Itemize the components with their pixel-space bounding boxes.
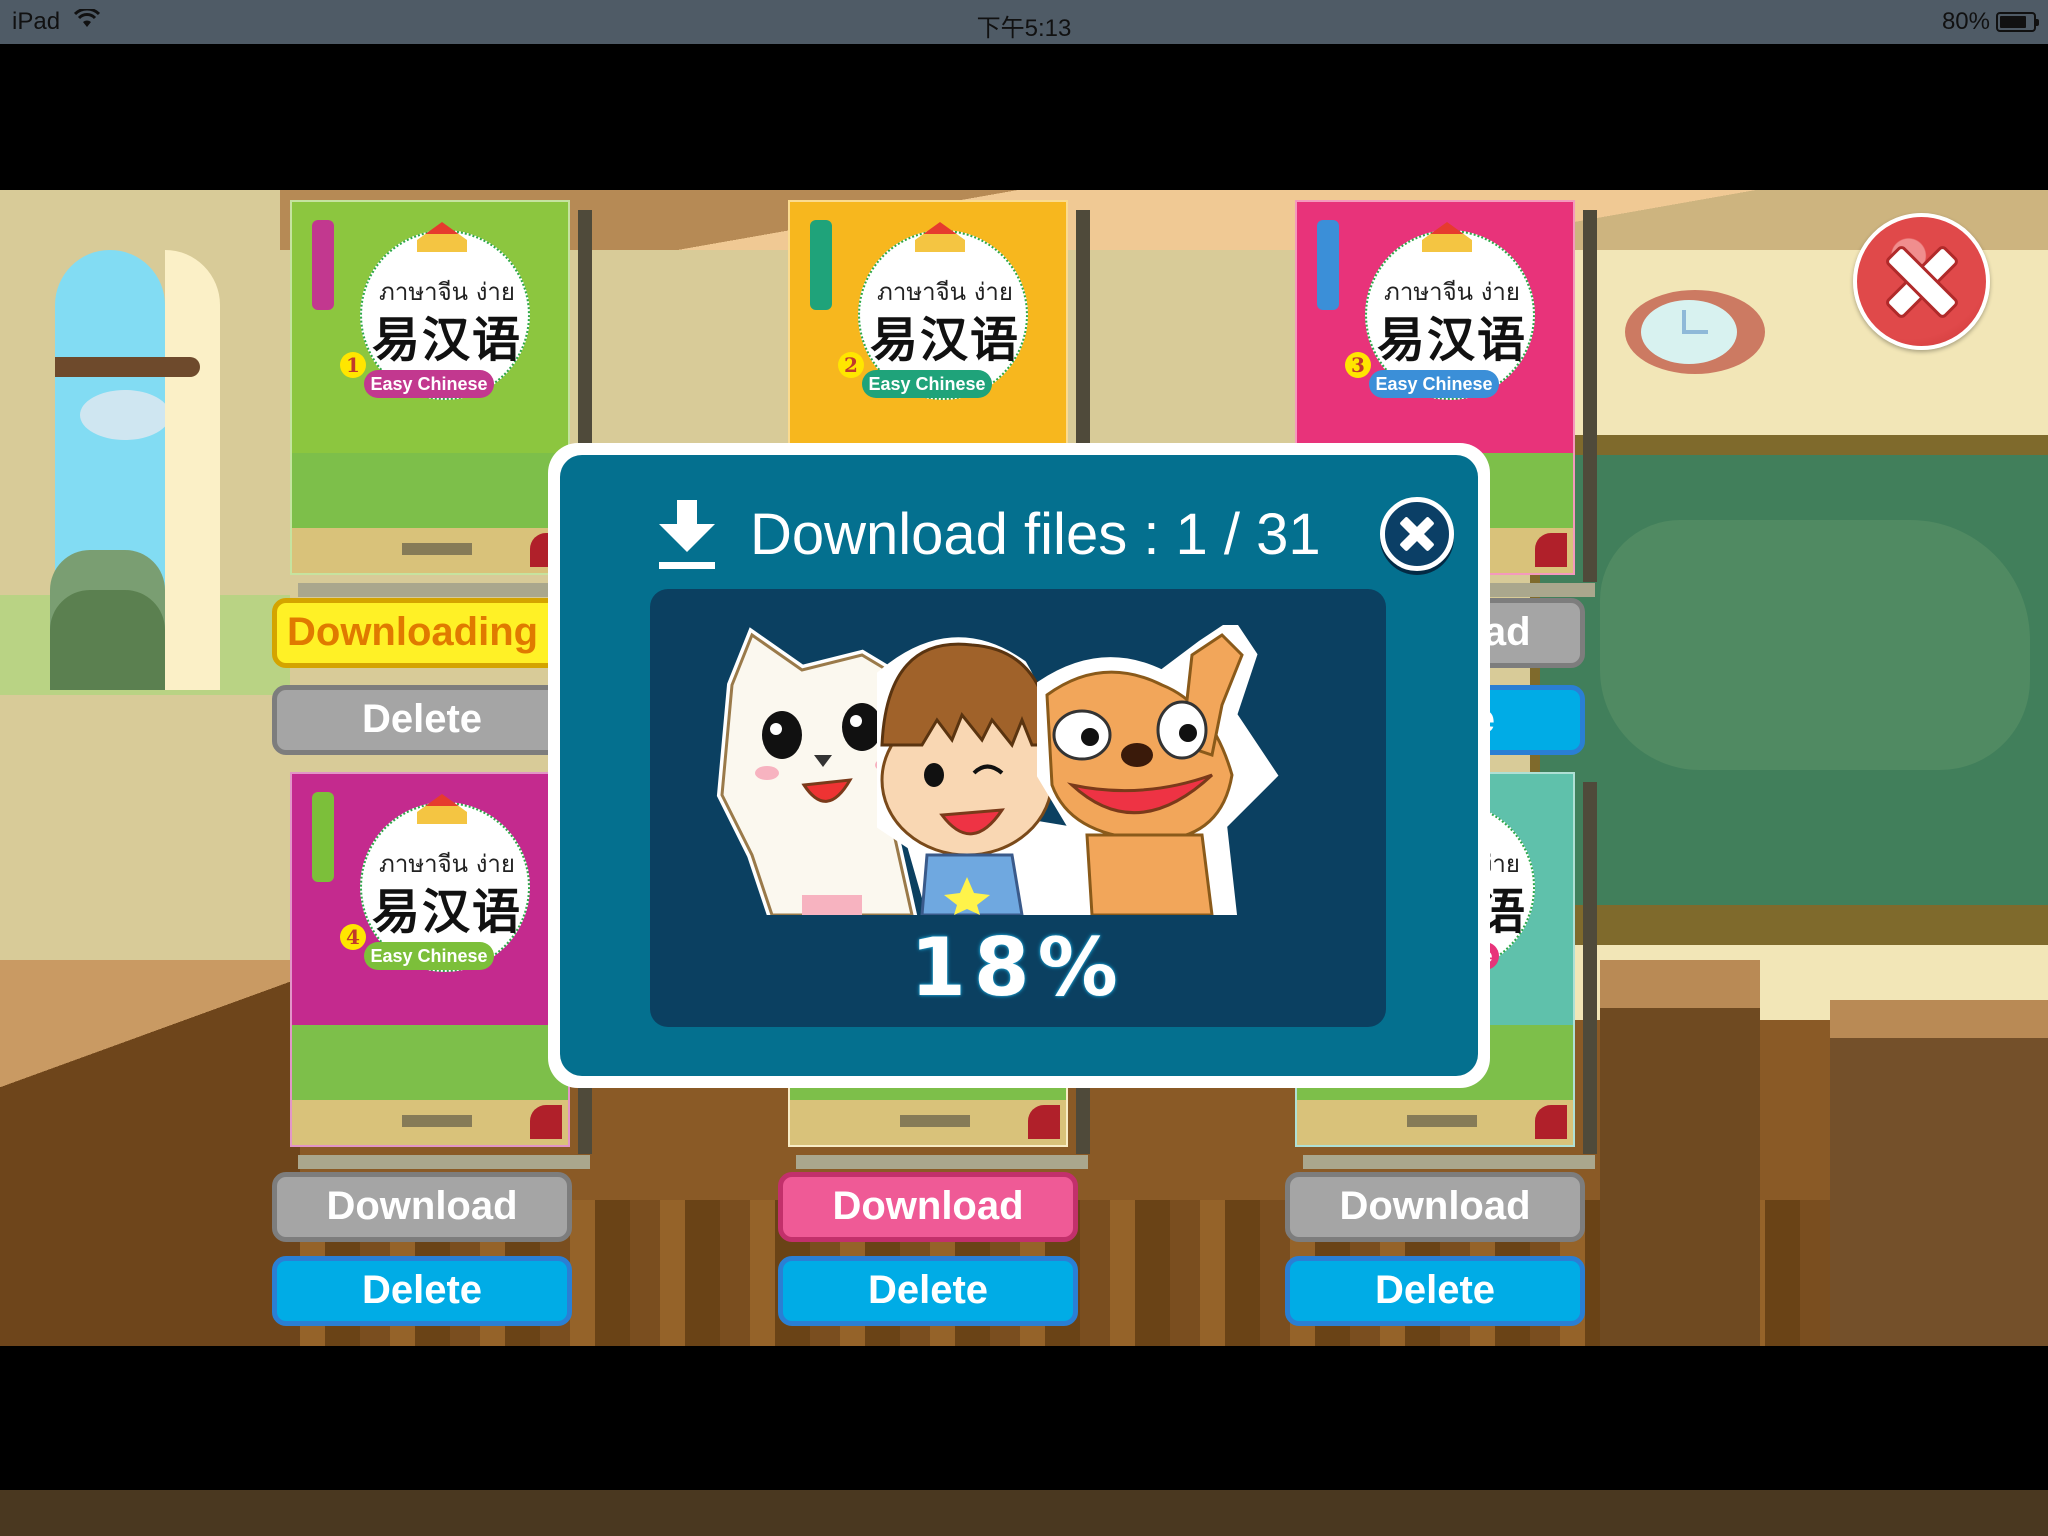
app-close-button[interactable] [1853,213,1990,350]
mascot-characters-illustration [716,625,1279,915]
chalkboard-smudge [1600,520,2030,770]
progress-panel: 18% [650,589,1386,1027]
publisher-logo [402,543,472,555]
cover-volume-number: 4 [340,924,366,950]
book-cover: ภาษาจีน ง่าย 易汉语 1 Easy Chinese [290,200,570,575]
temple-icon [417,794,467,824]
cover-side-label [312,220,334,310]
cover-side-label [810,220,832,310]
cover-subtitle: Easy Chinese [364,942,494,970]
temple-icon [417,222,467,252]
delete-button-volume-5[interactable]: Delete [778,1256,1078,1326]
book-edge [796,1155,1088,1169]
book-volume-4[interactable]: ภาษาจีน ง่าย 易汉语 4 Easy Chinese [290,772,592,1169]
download-button-volume-5[interactable]: Download [778,1172,1078,1242]
wall-clock-icon [1625,290,1765,374]
book-spine [1583,782,1597,1154]
battery-icon [1996,12,2039,32]
desk-far-right [1830,1000,2048,1346]
cover-volume-number: 2 [838,352,864,378]
publisher-logo [402,1115,472,1127]
desk-right [1600,960,1760,1346]
book-cover: ภาษาจีน ง่าย 易汉语 4 Easy Chinese [290,772,570,1147]
cover-chinese-title: 易汉语 [371,884,522,940]
window-frame [165,250,220,690]
window-bar [55,357,200,377]
hills-front [50,590,165,690]
download-button-volume-4[interactable]: Download [272,1172,572,1242]
book-edge [298,1155,590,1169]
dialog-close-button[interactable] [1380,497,1454,571]
downloading-button-volume-1[interactable]: Downloading [272,598,572,668]
cover-seal [1028,1105,1060,1139]
cover-subtitle: Easy Chinese [862,370,992,398]
cover-chinese-title: 易汉语 [1376,312,1527,368]
cover-side-label [1317,220,1339,310]
temple-icon [1422,222,1472,252]
cover-side-label [312,792,334,882]
desk-left [0,960,300,1346]
cover-volume-number: 1 [340,352,366,378]
cover-volume-number: 3 [1345,352,1371,378]
book-edge [1303,1155,1595,1169]
temple-icon [915,222,965,252]
battery-percent: 80% [1941,8,1990,35]
publisher-logo [1407,1115,1477,1127]
cover-chinese-title: 易汉语 [371,312,522,368]
publisher-logo [900,1115,970,1127]
delete-button-volume-4[interactable]: Delete [272,1256,572,1326]
cover-subtitle: Easy Chinese [364,370,494,398]
dialog-frame: Download files : 1 / 31 18% [560,455,1478,1076]
cloud [80,390,170,440]
book-spine [1583,210,1597,582]
delete-button-volume-1[interactable]: Delete [272,685,572,755]
cover-seal [530,1105,562,1139]
cover-chinese-title: 易汉语 [869,312,1020,368]
dialog-header: Download files : 1 / 31 [560,455,1478,585]
bottom-bar [0,1490,2048,1536]
dog-mascot [1037,625,1279,915]
book-volume-1[interactable]: ภาษาจีน ง่าย 易汉语 1 Easy Chinese [290,200,592,597]
delete-button-volume-6[interactable]: Delete [1285,1256,1585,1326]
status-bar: iPad 下午5:13 80% [0,0,2048,44]
cover-seal [1535,1105,1567,1139]
download-dialog: Download files : 1 / 31 18% [548,443,1490,1088]
cover-subtitle: Easy Chinese [1369,370,1499,398]
download-button-volume-6[interactable]: Download [1285,1172,1585,1242]
dialog-title: Download files : 1 / 31 [750,502,1321,567]
cover-seal [1535,533,1567,567]
book-edge [298,583,590,597]
clock-time: 下午5:13 [976,15,1072,42]
download-progress-percent: 18% [910,921,1126,1014]
download-icon [656,500,718,570]
